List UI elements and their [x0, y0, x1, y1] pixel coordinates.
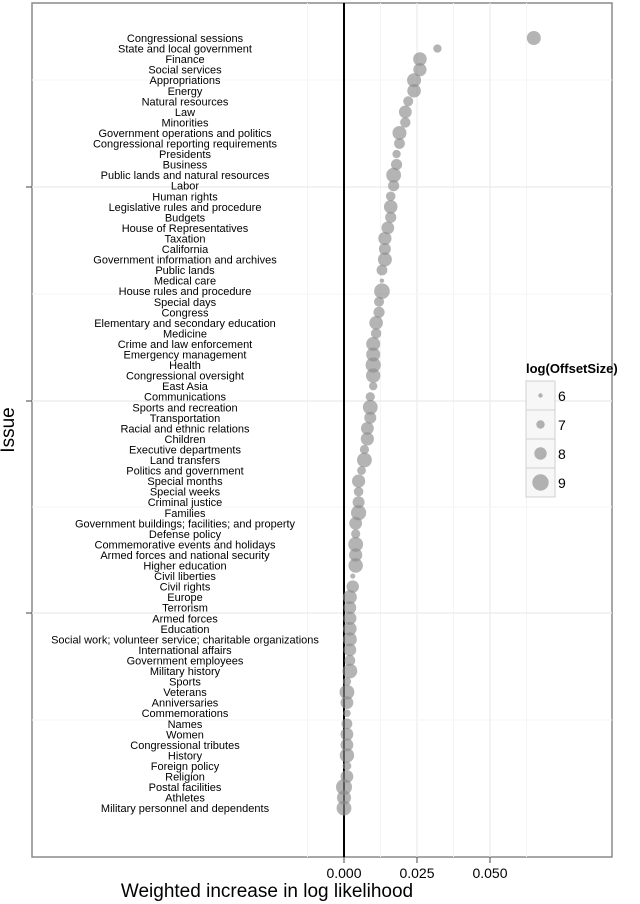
- y-axis-title: Issue: [0, 407, 19, 452]
- data-point: [379, 278, 385, 283]
- data-point: [352, 474, 366, 488]
- data-point: [383, 200, 398, 214]
- legend-label: 8: [558, 446, 566, 462]
- legend-label: 7: [558, 417, 566, 433]
- x-axis-title: Weighted increase in log likelihood: [121, 881, 413, 902]
- data-point: [374, 296, 385, 307]
- data-point: [374, 283, 390, 300]
- data-point: [350, 573, 356, 579]
- data-point: [348, 558, 363, 573]
- data-point: [377, 252, 392, 267]
- data-point: [403, 96, 414, 107]
- data-point: [376, 264, 388, 276]
- data-point: [385, 211, 397, 223]
- data-point: [343, 709, 351, 717]
- data-point: [392, 149, 401, 159]
- legend-title: log(OffsetSize): [526, 361, 618, 376]
- x-tick-label: 0.025: [399, 865, 434, 881]
- y-axis-ticks: [26, 186, 32, 614]
- legend-symbol: [532, 474, 549, 491]
- legend-label: 6: [558, 388, 566, 404]
- data-point: [353, 486, 364, 497]
- data-point: [398, 105, 412, 119]
- data-point: [369, 316, 383, 330]
- data-point: [369, 381, 378, 391]
- x-tick-label: 0.050: [472, 865, 507, 881]
- data-point: [433, 44, 442, 53]
- issue-label: Military personnel and dependents: [101, 803, 270, 815]
- data-point: [526, 31, 541, 45]
- data-point: [343, 643, 357, 657]
- data-point: [340, 696, 354, 710]
- legend-symbol: [536, 420, 545, 429]
- data-point: [360, 432, 374, 446]
- chart: Congressional sessionsState and local go…: [0, 2, 618, 902]
- legend-symbol: [538, 393, 543, 398]
- data-point: [388, 180, 400, 192]
- data-point: [357, 466, 366, 475]
- legend-symbol: [534, 447, 547, 460]
- x-axis: 0.000 0.025 0.050: [326, 857, 508, 881]
- data-point: [339, 748, 355, 763]
- data-point: [364, 411, 377, 424]
- x-tick-label: 0.000: [326, 865, 361, 881]
- data-point: [357, 452, 372, 468]
- data-point: [400, 117, 411, 128]
- data-point: [342, 761, 352, 771]
- data-point: [349, 516, 363, 530]
- legend-label: 9: [558, 475, 566, 491]
- data-point: [385, 191, 396, 202]
- data-point: [392, 125, 407, 140]
- data-point: [342, 663, 358, 679]
- data-point: [341, 718, 353, 730]
- data-point: [366, 368, 381, 383]
- data-point: [407, 83, 421, 98]
- data-point: [394, 138, 405, 149]
- data-point: [336, 800, 352, 816]
- data-point: [342, 677, 352, 686]
